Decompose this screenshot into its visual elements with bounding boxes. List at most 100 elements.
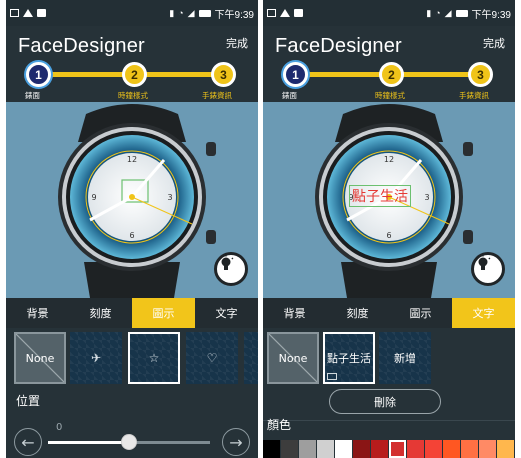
dial-number-9: 9 — [91, 193, 96, 202]
step-3-circle[interactable]: 3 — [211, 62, 236, 87]
color-swatch[interactable] — [371, 440, 388, 458]
thumb-none-label: None — [25, 351, 55, 365]
position-slider-thumb[interactable] — [121, 434, 137, 450]
image-notification-icon — [37, 9, 46, 17]
text-thumbnails: None 點子生活 新增 — [263, 332, 515, 387]
warning-notification-icon — [23, 9, 33, 17]
lightbulb-icon — [218, 255, 234, 270]
wifi-icon: ◔ — [178, 8, 184, 18]
tab-text[interactable]: 文字 — [452, 298, 515, 328]
tab-icon[interactable]: 圖示 — [132, 298, 195, 328]
divider — [263, 420, 515, 421]
crown-top — [463, 142, 473, 156]
backlight-button[interactable] — [471, 252, 505, 286]
step-3-circle[interactable]: 3 — [468, 62, 493, 87]
color-swatch[interactable] — [425, 440, 442, 458]
right-phone-screen: ▮ ◔ ◢ 下午9:39 FaceDesigner 完成 1 2 3 錶面 時鐘… — [263, 0, 515, 458]
step-2-circle[interactable]: 2 — [122, 62, 147, 87]
color-swatch[interactable] — [443, 440, 460, 458]
thumb-heart[interactable]: ♡ — [186, 332, 238, 384]
editor-tabs: 背景 刻度 圖示 文字 — [6, 298, 258, 328]
thumb-partial[interactable] — [244, 332, 258, 384]
thumb-none-label: None — [278, 351, 308, 365]
image-notification-icon — [294, 9, 303, 17]
tab-icon[interactable]: 圖示 — [389, 298, 452, 328]
star-icon: ☆ — [148, 351, 160, 365]
backlight-button[interactable] — [214, 252, 248, 286]
slider-value: 0 — [56, 422, 63, 433]
step-indicator: 1 2 3 錶面 時鐘樣式 手錶資訊 — [6, 60, 258, 102]
status-time: 下午9:39 — [471, 9, 511, 21]
vibrate-icon: ▮ — [426, 7, 432, 18]
thumb-add-label: 新增 — [394, 352, 416, 365]
lightbulb-icon — [475, 255, 491, 270]
wifi-icon: ◔ — [435, 8, 441, 18]
color-swatch[interactable] — [317, 440, 334, 458]
thumb-none[interactable]: None — [267, 332, 319, 384]
watch-text-overlay[interactable]: 點子生活 — [349, 185, 411, 207]
color-swatch[interactable] — [299, 440, 316, 458]
color-swatches — [263, 440, 515, 458]
vibrate-icon: ▮ — [169, 7, 175, 18]
color-swatch[interactable] — [461, 440, 478, 458]
dial-number-12: 12 — [127, 155, 137, 164]
icon-thumbnails: None ✈ ☆ ♡ — [6, 332, 258, 387]
step-3-label: 手錶資訊 — [202, 91, 232, 100]
mail-notification-icon — [267, 9, 276, 17]
step-1-circle[interactable]: 1 — [283, 62, 308, 87]
edit-icon — [327, 373, 337, 380]
app-bar: FaceDesigner 完成 — [6, 26, 258, 60]
step-1-circle[interactable]: 1 — [26, 62, 51, 87]
step-indicator: 1 2 3 錶面 時鐘樣式 手錶資訊 — [263, 60, 515, 102]
tab-scale[interactable]: 刻度 — [69, 298, 132, 328]
done-button[interactable]: 完成 — [226, 35, 248, 51]
thumb-text-item[interactable]: 點子生活 — [323, 332, 375, 384]
color-swatch[interactable] — [335, 440, 352, 458]
thumb-star[interactable]: ☆ — [128, 332, 180, 384]
tab-background[interactable]: 背景 — [263, 298, 326, 328]
mail-notification-icon — [10, 9, 19, 17]
thumb-none[interactable]: None — [14, 332, 66, 384]
color-swatch[interactable] — [353, 440, 370, 458]
battery-icon — [455, 9, 468, 17]
slider-right-arrow-icon[interactable]: → — [222, 428, 250, 456]
editor-tabs: 背景 刻度 圖示 文字 — [263, 298, 515, 328]
color-swatch[interactable] — [389, 440, 406, 458]
tab-background[interactable]: 背景 — [6, 298, 69, 328]
thumb-add-new[interactable]: 新增 — [379, 332, 431, 384]
slider-left-arrow-icon[interactable]: ← — [14, 428, 42, 456]
app-bar: FaceDesigner 完成 — [263, 26, 515, 60]
crown-bottom — [463, 230, 473, 244]
app-title: FaceDesigner — [275, 35, 402, 57]
dial-number-3: 3 — [424, 193, 429, 202]
color-swatch[interactable] — [479, 440, 496, 458]
step-2-label: 時鐘樣式 — [118, 91, 148, 100]
color-swatch[interactable] — [407, 440, 424, 458]
color-swatch[interactable] — [263, 440, 280, 458]
tab-scale[interactable]: 刻度 — [326, 298, 389, 328]
left-phone-screen: ▮ ◔ ◢ 下午9:39 FaceDesigner 完成 1 2 3 錶面 時鐘… — [6, 0, 258, 458]
signal-icon: ◢ — [444, 7, 452, 18]
tab-text[interactable]: 文字 — [195, 298, 258, 328]
position-slider-fill — [48, 441, 129, 444]
airplane-icon: ✈ — [90, 351, 102, 365]
color-swatch[interactable] — [281, 440, 298, 458]
heart-icon: ♡ — [206, 351, 218, 365]
app-title: FaceDesigner — [18, 35, 145, 57]
status-bar: ▮ ◔ ◢ 下午9:39 — [6, 0, 258, 26]
color-swatch[interactable] — [497, 440, 514, 458]
dial-number-12: 12 — [384, 155, 394, 164]
thumb-airplane[interactable]: ✈ — [70, 332, 122, 384]
step-2-circle[interactable]: 2 — [379, 62, 404, 87]
position-label: 位置 — [16, 394, 41, 408]
color-label: 顏色 — [267, 418, 292, 432]
step-2-label: 時鐘樣式 — [375, 91, 405, 100]
crown-top — [206, 142, 216, 156]
done-button[interactable]: 完成 — [483, 35, 505, 51]
watch-preview: 12 3 6 9 點子生活 — [263, 102, 515, 298]
step-1-label: 錶面 — [282, 91, 297, 100]
status-time: 下午9:39 — [214, 9, 254, 21]
delete-button[interactable]: 刪除 — [329, 389, 441, 414]
step-3-label: 手錶資訊 — [459, 91, 489, 100]
crown-bottom — [206, 230, 216, 244]
